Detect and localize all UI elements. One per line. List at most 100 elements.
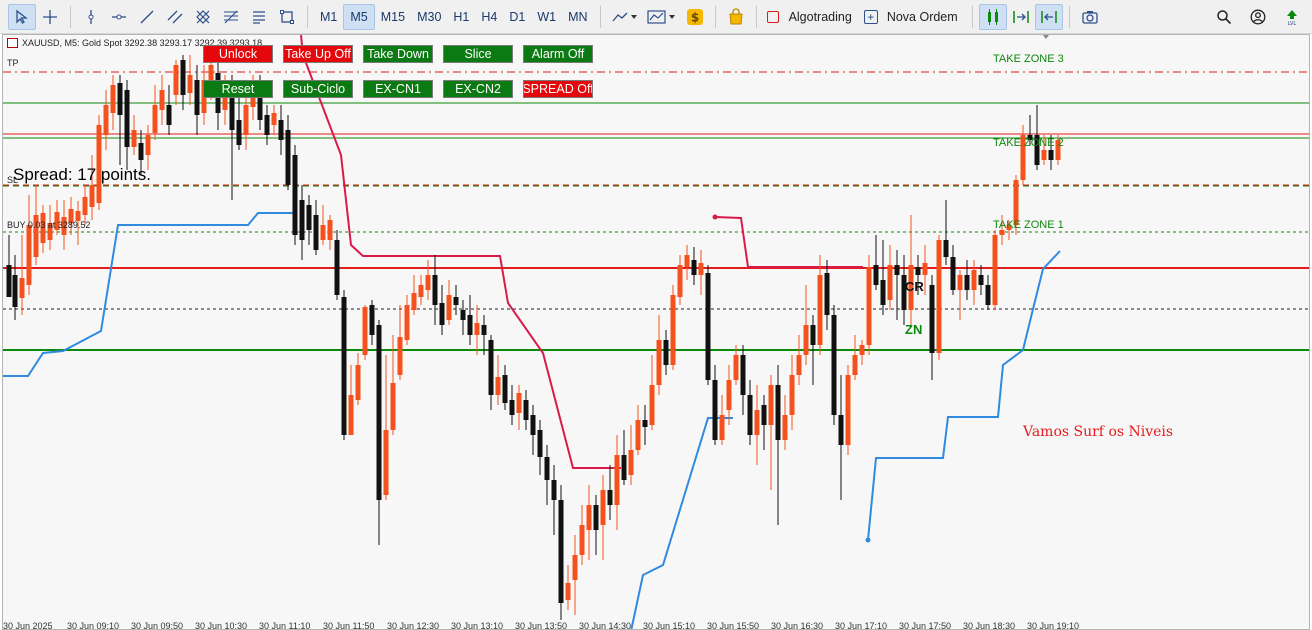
candle-body (292, 155, 298, 235)
chart-shift-icon[interactable] (1034, 3, 1063, 30)
timeframe-m30-button[interactable]: M30 (411, 4, 447, 30)
candle-body (369, 305, 375, 335)
gann-grid-icon[interactable] (189, 4, 217, 30)
channel-icon[interactable] (161, 4, 189, 30)
plus-box-icon: + (863, 9, 878, 24)
candle-body (12, 275, 18, 307)
dollar-icon[interactable]: $ (681, 4, 709, 30)
candle-body (866, 267, 872, 345)
search-icon[interactable] (1210, 4, 1238, 30)
candle-body (712, 380, 718, 440)
candle-body (964, 275, 970, 290)
cursor-icon[interactable] (8, 3, 36, 30)
candle-body (509, 400, 515, 415)
reset-button[interactable]: Reset (203, 80, 273, 98)
fibonacci-icon[interactable] (217, 4, 245, 30)
price-chart[interactable]: XAUUSD, M5: Gold Spot 3292.38 3293.17 32… (2, 34, 1310, 630)
time-label: 30 Jun 16:30 (771, 621, 824, 630)
crosshair-icon[interactable] (36, 4, 64, 30)
candle-body (880, 280, 886, 305)
candle-body (502, 375, 508, 403)
screenshot-icon[interactable] (1076, 4, 1104, 30)
timeframe-w1-button[interactable]: W1 (531, 4, 562, 30)
ex-cn1-button[interactable]: EX-CN1 (363, 80, 433, 98)
algotrading-button[interactable]: Algotrading (763, 4, 860, 30)
timeframe-m1-button[interactable]: M1 (314, 4, 343, 30)
trendline-icon[interactable] (133, 4, 161, 30)
shopping-bag-icon[interactable] (722, 4, 750, 30)
candle-body (614, 455, 620, 505)
time-label: 30 Jun 13:10 (451, 621, 504, 630)
time-label: 30 Jun 10:30 (195, 621, 248, 630)
candle-body (544, 457, 550, 480)
shapes-icon[interactable] (273, 4, 301, 30)
account-icon[interactable] (1244, 4, 1272, 30)
candle-body (922, 263, 928, 275)
timeframe-h1-button[interactable]: H1 (447, 4, 475, 30)
horizontal-line-icon[interactable] (105, 4, 133, 30)
candle-body (985, 285, 991, 305)
level-up-icon[interactable]: LVL (1278, 4, 1306, 30)
timeframe-mn-button[interactable]: MN (562, 4, 593, 30)
ex-cn2-button[interactable]: EX-CN2 (443, 80, 513, 98)
candle-body (103, 105, 109, 135)
candle-body (173, 65, 179, 95)
new-order-button[interactable]: + Nova Ordem (860, 4, 966, 30)
time-label: 30 Jun 15:50 (707, 621, 760, 630)
candle-body (313, 215, 319, 250)
spread-off-button[interactable]: SPREAD Off (523, 80, 593, 98)
candle-body (229, 95, 235, 130)
candle-body (411, 293, 417, 310)
time-label: 30 Jun 15:10 (643, 621, 696, 630)
candle-body (733, 355, 739, 380)
candle-body (376, 325, 382, 500)
candle-body (467, 315, 473, 335)
timeframe-d1-button[interactable]: D1 (503, 4, 531, 30)
indicators-icon[interactable] (643, 4, 681, 30)
candle-body (992, 235, 998, 305)
chart-window-icon (7, 38, 18, 48)
candle-body (831, 315, 837, 415)
buy-order-label: BUY 0.03 at 3289.52 (7, 220, 91, 230)
candle-body (684, 255, 690, 267)
candle-body (194, 80, 200, 115)
stop-icon (766, 10, 779, 23)
time-label: 30 Jun 2025 (3, 621, 53, 630)
candlestick-icon[interactable] (978, 3, 1007, 30)
take-down-button[interactable]: Take Down (363, 45, 433, 63)
candle-body (236, 120, 242, 145)
candle-body (572, 555, 578, 580)
vertical-line-icon[interactable] (77, 4, 105, 30)
candle-body (110, 85, 116, 113)
take-zone-2-label: TAKE ZONE 2 (993, 137, 1064, 149)
candle-body (803, 325, 809, 355)
candle-body (747, 395, 753, 435)
timeframe-m5-button[interactable]: M5 (343, 3, 375, 30)
candle-body (138, 143, 144, 160)
candle-body (670, 295, 676, 365)
sub-ciclo-button[interactable]: Sub-Ciclo (283, 80, 353, 98)
candle-body (551, 480, 557, 500)
candle-body (327, 220, 333, 240)
autoscroll-icon[interactable] (1007, 4, 1035, 30)
toolbar: M1 M5 M15 M30 H1 H4 D1 W1 MN $ Algotrading + Nov… (0, 0, 1312, 34)
candle-body (817, 275, 823, 345)
time-label: 30 Jun 18:30 (963, 621, 1016, 630)
chart-type-icon[interactable] (607, 4, 643, 30)
alarm-off-button[interactable]: Alarm Off (523, 45, 593, 63)
timeframe-m15-button[interactable]: M15 (375, 4, 411, 30)
unlock-button[interactable]: Unlock (203, 45, 273, 63)
slice-button[interactable]: Slice (443, 45, 513, 63)
text-lines-icon[interactable] (245, 4, 273, 30)
candle-body (159, 90, 165, 110)
take-up-off-button[interactable]: Take Up Off (283, 45, 353, 63)
candle-body (663, 340, 669, 365)
candle-body (124, 90, 130, 147)
candle-body (691, 260, 697, 275)
chart-canvas[interactable] (3, 35, 1310, 630)
timeframe-h4-button[interactable]: H4 (475, 4, 503, 30)
toolbar-separator (714, 5, 716, 28)
candle-body (852, 355, 858, 375)
toolbar-separator (1068, 5, 1070, 28)
candle-body (488, 340, 494, 395)
